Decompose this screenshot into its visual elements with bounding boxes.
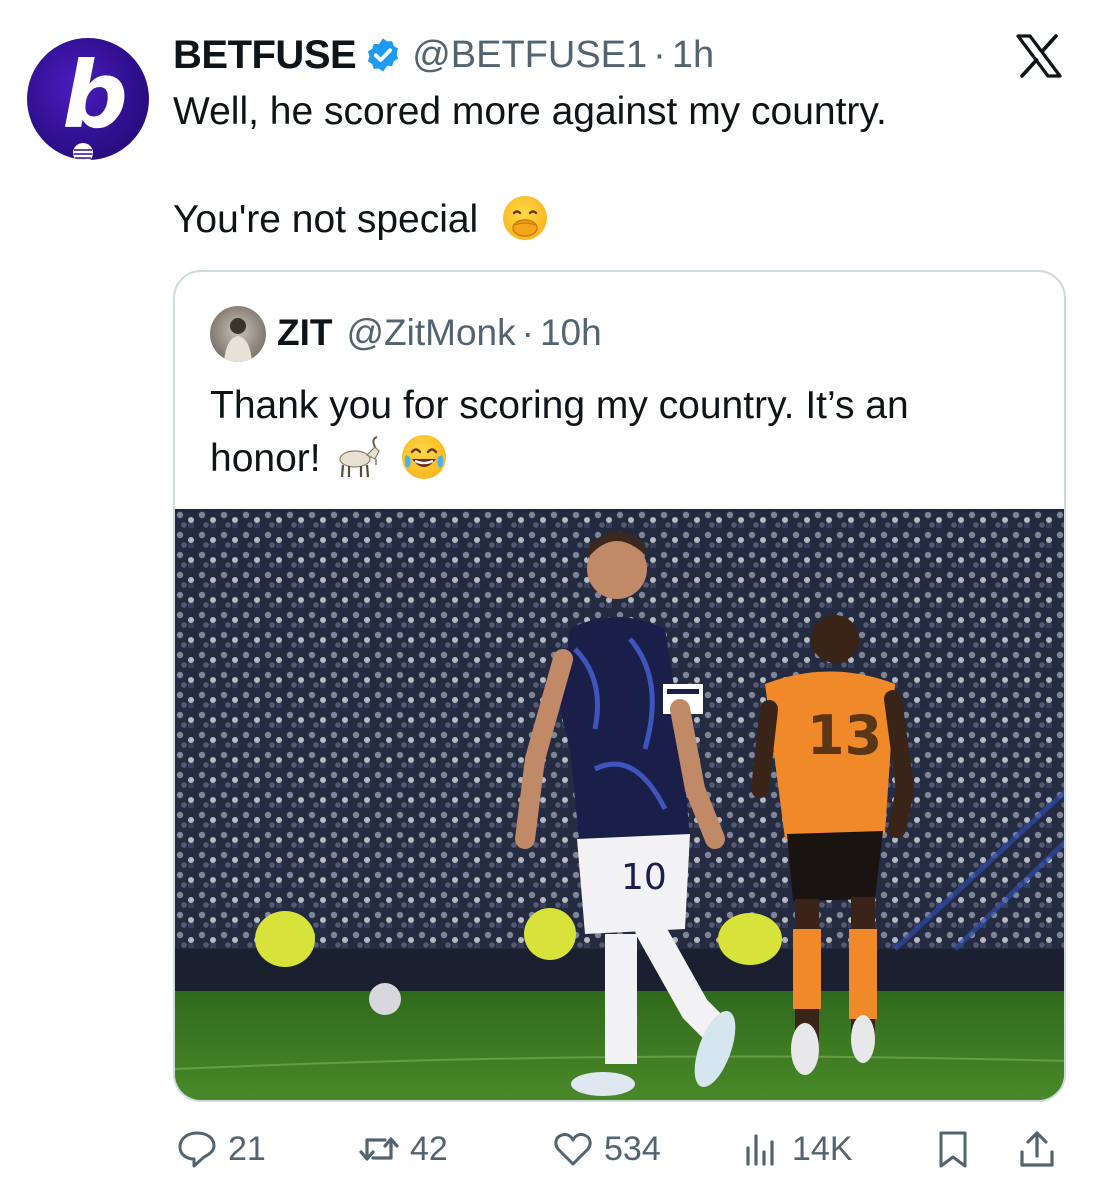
- heart-icon: [554, 1133, 592, 1166]
- photo-scene: 10 13: [175, 509, 1064, 1100]
- bookmark-button[interactable]: [932, 1128, 984, 1170]
- face-with-hand-over-mouth-emoji-icon: [503, 196, 548, 240]
- share-button[interactable]: [1016, 1128, 1068, 1170]
- author-name[interactable]: BETFUSE: [173, 33, 357, 78]
- retweet-button[interactable]: 42: [358, 1128, 448, 1170]
- tweet-time[interactable]: 1h: [672, 34, 714, 77]
- tweet-text-line2-row: You're not special: [173, 196, 548, 244]
- quoted-tweet-text: Thank you for scoring my country. It’s a…: [210, 379, 1010, 485]
- player-left-number: 10: [621, 857, 667, 898]
- reply-icon: [178, 1131, 216, 1168]
- retweet-icon: [359, 1137, 399, 1161]
- quoted-time-separator: ·: [521, 312, 534, 353]
- view-count: 14K: [792, 1129, 853, 1168]
- quoted-tweet-photo[interactable]: 10 13: [175, 509, 1064, 1100]
- author-avatar[interactable]: b: [27, 38, 149, 160]
- quoted-author-avatar[interactable]: [210, 306, 266, 362]
- quoted-tweet-card[interactable]: ZIT @ZitMonk · 10h Thank you for scoring…: [173, 270, 1066, 1102]
- views-button[interactable]: 14K: [740, 1128, 853, 1170]
- quoted-tweet-header: ZIT @ZitMonk · 10h: [277, 312, 602, 354]
- views-chart-icon: [746, 1134, 774, 1166]
- retweet-count: 42: [410, 1129, 448, 1168]
- quoted-author-handle[interactable]: @ZitMonk: [346, 312, 515, 354]
- avatar-logo-letter: b: [62, 42, 128, 149]
- tweet-header: BETFUSE @BETFUSE1 · 1h: [173, 30, 714, 80]
- quoted-text-line1: Thank you for scoring my country. It’s a…: [210, 384, 909, 427]
- player-right-number: 13: [807, 704, 882, 767]
- quoted-author-name[interactable]: ZIT: [277, 312, 332, 354]
- face-with-tears-of-joy-emoji-icon: [402, 435, 447, 479]
- goat-emoji-icon: [339, 436, 381, 478]
- reply-button[interactable]: 21: [176, 1128, 266, 1170]
- tweet-action-bar: 21 42 534 14K: [0, 1122, 1093, 1182]
- quoted-text-line2: honor!: [210, 437, 321, 480]
- share-icon: [1020, 1131, 1054, 1167]
- reply-count: 21: [228, 1129, 266, 1168]
- x-logo-icon: [1016, 34, 1062, 78]
- time-separator: ·: [653, 33, 666, 76]
- tweet-text-line1: Well, he scored more against my country.: [173, 90, 887, 133]
- tweet-text: Well, he scored more against my country.…: [173, 88, 1053, 241]
- tweet-text-line2: You're not special: [173, 198, 479, 241]
- like-count: 534: [604, 1129, 661, 1168]
- quoted-tweet-time[interactable]: 10h: [540, 312, 602, 354]
- bookmark-icon: [939, 1131, 967, 1168]
- avatar-logo-globe-icon: [73, 143, 93, 160]
- author-handle[interactable]: @BETFUSE1: [412, 34, 647, 77]
- quoted-text-line2-row: honor!: [210, 432, 1010, 485]
- like-button[interactable]: 534: [552, 1128, 661, 1170]
- verified-badge-icon: [368, 38, 399, 72]
